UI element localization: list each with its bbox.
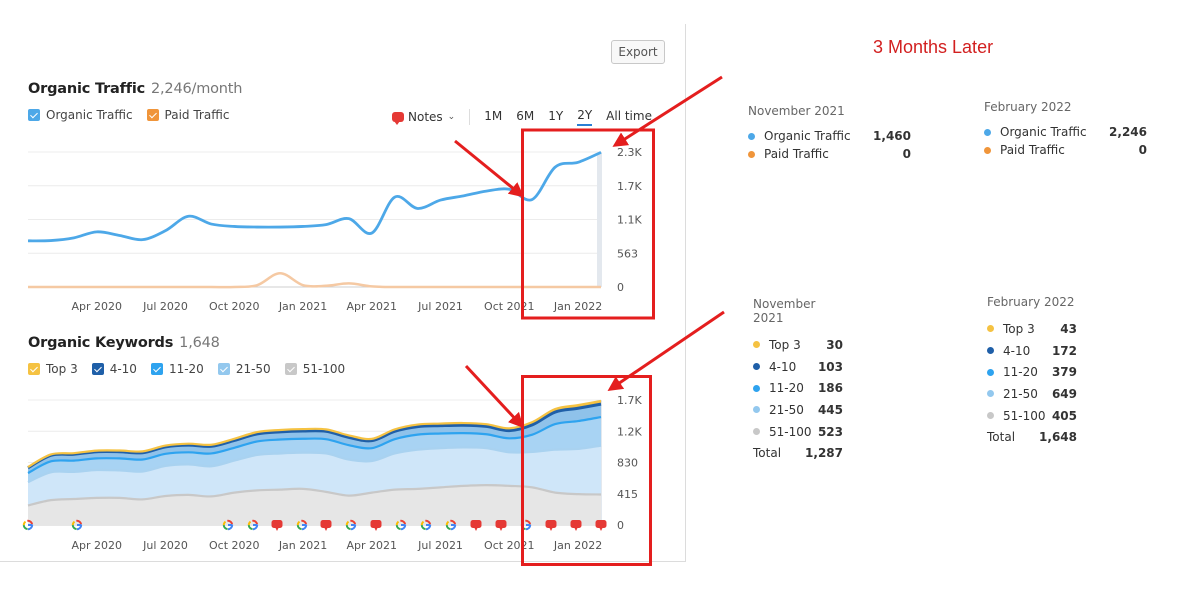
- stat-value: 523: [817, 424, 843, 439]
- stat-total-value: 1,648: [1039, 430, 1077, 445]
- stat-label: 4-10: [769, 359, 797, 374]
- organic-keywords-chart: 0 415 830 1.2K 1.7K Apr 2020 Jul 2020 Oct 2020 J…: [22, 394, 642, 552]
- stat-row: Paid Traffic 0: [984, 141, 1147, 159]
- dot-icon: [984, 128, 991, 136]
- stat-value: 0: [1138, 143, 1147, 157]
- stat-label: Paid Traffic: [764, 147, 829, 161]
- stat-row: 4-10 172: [987, 340, 1077, 362]
- stat-row: 21-50 649: [987, 383, 1077, 405]
- stat-date: November 2021: [753, 297, 816, 325]
- note-marker-icon[interactable]: [370, 520, 382, 531]
- dot-icon: [987, 390, 994, 398]
- stat-label: Organic Traffic: [764, 129, 851, 143]
- stat-total-label: Total: [987, 430, 1016, 445]
- stat-value: 43: [1060, 321, 1077, 336]
- stat-value: 103: [817, 359, 843, 374]
- stat-total-value: 1,287: [805, 446, 843, 461]
- stat-row: 51-100 523: [753, 421, 843, 443]
- dot-icon: [987, 368, 994, 376]
- stat-row: Organic Traffic 2,246: [984, 123, 1147, 141]
- stat-total-label: Total: [753, 446, 782, 461]
- note-marker-icon[interactable]: [545, 520, 557, 531]
- x-tick-label: Apr 2021: [347, 539, 398, 552]
- x-tick-label: Oct 2021: [484, 539, 535, 552]
- dot-icon: [753, 384, 760, 392]
- dot-icon: [753, 428, 760, 436]
- stat-date: February 2022: [987, 295, 1075, 309]
- dot-icon: [987, 347, 994, 355]
- stat-date: November 2021: [748, 104, 845, 118]
- x-tick-label: Jul 2021: [417, 539, 463, 552]
- y-tick-label: 1.2K: [617, 425, 642, 438]
- stat-value: 30: [826, 337, 843, 352]
- stat-row: 11-20 379: [987, 361, 1077, 383]
- stat-value: 445: [817, 402, 843, 417]
- x-tick-label: Jul 2020: [142, 539, 188, 552]
- stat-date: February 2022: [984, 100, 1072, 114]
- stat-label: 51-100: [769, 424, 812, 439]
- y-tick-label: 830: [617, 457, 638, 470]
- stat-value: 405: [1051, 408, 1077, 423]
- stat-value: 1,460: [873, 129, 911, 143]
- y-tick-label: 1.7K: [617, 394, 642, 407]
- x-tick-label: Jan 2021: [278, 539, 327, 552]
- dot-icon: [753, 363, 760, 371]
- stat-label: 4-10: [1003, 343, 1031, 358]
- headline: 3 Months Later: [873, 37, 994, 57]
- stat-value: 172: [1051, 343, 1077, 358]
- stat-row: Top 3 30: [753, 334, 843, 356]
- note-marker-icon[interactable]: [495, 520, 507, 531]
- stat-label: Top 3: [769, 337, 801, 352]
- stat-row: Top 3 43: [987, 318, 1077, 340]
- traffic-stats-feb-2022: February 2022 Organic Traffic 2,246 Paid…: [984, 100, 1147, 159]
- dot-icon: [753, 341, 760, 349]
- y-tick-label: 415: [617, 488, 638, 501]
- note-marker-icon[interactable]: [271, 520, 283, 531]
- stat-label: 11-20: [1003, 365, 1038, 380]
- x-tick-label: Oct 2020: [209, 539, 260, 552]
- y-tick-label: 0: [617, 519, 624, 532]
- stat-value: 186: [817, 381, 843, 396]
- dot-icon: [987, 325, 994, 333]
- stat-row: 4-10 103: [753, 356, 843, 378]
- note-marker-icon[interactable]: [470, 520, 482, 531]
- stat-label: Top 3: [1003, 321, 1035, 336]
- stat-label: 21-50: [1003, 386, 1038, 401]
- x-tick-label: Apr 2020: [71, 539, 122, 552]
- note-marker-icon[interactable]: [570, 520, 582, 531]
- dot-icon: [987, 412, 994, 420]
- stat-row: Paid Traffic 0: [748, 145, 911, 163]
- stat-row: 51-100 405: [987, 405, 1077, 427]
- stat-total-row: Total 1,648: [987, 426, 1077, 448]
- traffic-stats-nov-2021: November 2021 Organic Traffic 1,460 Paid…: [748, 104, 911, 163]
- stat-label: 21-50: [769, 402, 804, 417]
- stat-value: 2,246: [1109, 125, 1147, 139]
- stat-total-row: Total 1,287: [753, 442, 843, 464]
- stat-row: 21-50 445: [753, 399, 843, 421]
- stat-row: Organic Traffic 1,460: [748, 127, 911, 145]
- stat-value: 379: [1051, 365, 1077, 380]
- dot-icon: [984, 146, 991, 154]
- note-marker-icon[interactable]: [320, 520, 332, 531]
- x-tick-label: Jan 2022: [553, 539, 602, 552]
- stat-value: 649: [1051, 386, 1077, 401]
- stat-label: 11-20: [769, 381, 804, 396]
- dot-icon: [748, 132, 755, 140]
- note-marker-icon[interactable]: [595, 520, 607, 531]
- stat-label: 51-100: [1003, 408, 1046, 423]
- stat-label: Organic Traffic: [1000, 125, 1087, 139]
- stat-row: 11-20 186: [753, 377, 843, 399]
- keyword-stats-feb-2022: February 2022 Top 3 43 4-10 172 11-20 379 2…: [987, 295, 1077, 448]
- dot-icon: [753, 406, 760, 414]
- dot-icon: [748, 150, 755, 158]
- stat-label: Paid Traffic: [1000, 143, 1065, 157]
- keyword-stats-nov-2021: November 2021 Top 3 30 4-10 103 11-20 186 2…: [753, 297, 843, 464]
- stat-value: 0: [902, 147, 911, 161]
